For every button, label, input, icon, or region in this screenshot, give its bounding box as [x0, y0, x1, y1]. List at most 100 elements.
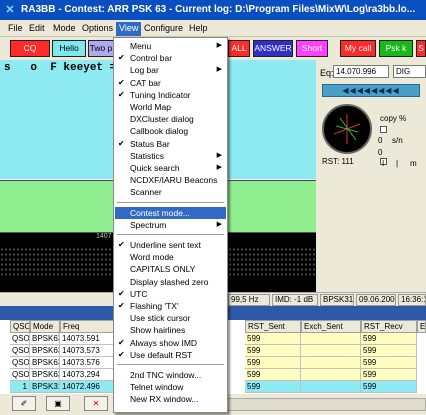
frequency-field[interactable]: 14.070.996 — [333, 65, 389, 78]
view-menu-item-label: Quick search — [130, 163, 180, 173]
col-header-qso[interactable]: QSO — [10, 320, 30, 333]
view-menu-item-telnet-window[interactable]: Telnet window — [115, 381, 226, 393]
status-date: 09.06.2009 — [356, 294, 396, 306]
check-icon: ✔ — [118, 240, 125, 249]
col-header-freq[interactable]: Freq — [60, 320, 114, 333]
view-menu-item-word-mode[interactable]: Word mode — [115, 251, 226, 263]
title-bar: ✕ RA3BB - Contest: ARR PSK 63 - Current … — [0, 0, 426, 20]
view-menu-item-underline-sent-text[interactable]: ✔ Underline sent text — [115, 239, 226, 251]
view-menu-item-label: Word mode — [130, 252, 174, 263]
menu-options[interactable]: Options — [79, 22, 116, 36]
macro-button-s[interactable]: S — [416, 40, 426, 57]
check-icon: ✔ — [118, 138, 125, 148]
view-menu-item-label: Use default RST — [130, 349, 193, 360]
macro-button-answer[interactable]: ANSWER — [253, 40, 293, 57]
view-menu-item-label: Contest mode... — [130, 207, 191, 218]
col-header-rst-sent[interactable]: RST_Sent — [245, 320, 301, 333]
view-menu-item-label: UTC — [130, 288, 148, 299]
view-menu-item-use-stick-cursor[interactable]: Use stick cursor — [115, 312, 226, 324]
menu-separator — [117, 201, 224, 203]
menu-file[interactable]: File — [5, 22, 26, 36]
macro-button-hello[interactable]: Hello — [52, 40, 86, 57]
tune-arrows-bar[interactable]: ◀◀◀◀◀◀◀◀ — [322, 84, 420, 97]
view-menu-item-new-rx-window[interactable]: New RX window... — [115, 393, 226, 405]
table-cell: BPSK63 — [30, 369, 60, 381]
table-cell: 599 — [245, 381, 301, 393]
scale-mark-i: I — [382, 159, 385, 168]
table-cell: 1 — [10, 381, 30, 393]
view-menu-item-label: Show hairlines — [130, 325, 186, 336]
view-menu-item-utc[interactable]: ✔ UTC — [115, 288, 226, 300]
view-menu-item-statistics[interactable]: Statistics ▶ — [115, 150, 226, 162]
col-header-mode[interactable]: Mode — [30, 320, 60, 333]
view-menu-item-status-bar[interactable]: ✔ Status Bar — [115, 138, 226, 150]
col-header-rst-recv[interactable]: RST_Recv — [361, 320, 417, 333]
view-menu-item-label: Always show IMD — [130, 337, 198, 348]
table-cell: 599 — [361, 381, 417, 393]
submenu-arrow-icon: ▶ — [216, 164, 222, 171]
menu-mode[interactable]: Mode — [50, 22, 79, 36]
submenu-arrow-icon: ▶ — [216, 151, 222, 159]
edit-qso-icon[interactable]: ✐ — [12, 396, 36, 411]
submenu-arrow-icon: ▶ — [216, 42, 222, 49]
view-menu-item-cat-bar[interactable]: ✔ CAT bar — [115, 77, 226, 89]
macro-button-short[interactable]: Short — [296, 40, 328, 57]
macro-button-my-call[interactable]: My call — [340, 40, 376, 57]
status-time: 16:36:11 — [398, 294, 426, 306]
menu-help[interactable]: Help — [186, 22, 211, 36]
view-menu-item-ncdxf-iaru-beacons[interactable]: NCDXF/IARU Beacons — [115, 174, 226, 186]
menu-view[interactable]: View — [116, 22, 142, 36]
menu-separator — [117, 364, 224, 365]
view-menu-item-capitals-only[interactable]: CAPITALS ONLY — [115, 263, 226, 275]
macro-button-psk-k[interactable]: Psk k — [379, 40, 413, 57]
view-menu-item-tuning-indicator[interactable]: ✔ Tuning Indicator — [115, 89, 226, 101]
view-menu-item-label: Control bar — [130, 53, 173, 64]
scale-mark-m: m — [410, 159, 417, 168]
tuning-scope — [322, 104, 372, 154]
view-menu-item-always-show-imd[interactable]: ✔ Always show IMD — [115, 337, 226, 349]
mode-field[interactable]: DIG — [393, 65, 426, 78]
menu-configure[interactable]: Configure — [141, 22, 186, 36]
view-menu-item-label: Callbook dialog — [130, 126, 189, 137]
check-icon: ✔ — [118, 301, 125, 310]
view-menu-item-label: Status Bar — [130, 138, 170, 149]
view-menu-item-callbook-dialog[interactable]: Callbook dialog — [115, 125, 226, 137]
macro-button-call[interactable]: ALL — [228, 40, 250, 57]
delete-qso-icon[interactable]: ✕ — [84, 396, 108, 411]
view-menu-item-menu[interactable]: Menu ▶ — [115, 40, 226, 52]
table-cell: QSO — [10, 333, 30, 345]
view-menu-item-use-default-rst[interactable]: ✔ Use default RST — [115, 349, 226, 361]
view-menu-item-show-hairlines[interactable]: Show hairlines — [115, 324, 226, 336]
view-menu-item-display-slashed-zero[interactable]: Display slashed zero — [115, 276, 226, 288]
save-log-icon[interactable]: ▣ — [46, 396, 70, 411]
received-text: s o F keeyet = — [4, 62, 117, 74]
scale-mark-bar: | — [396, 159, 399, 168]
view-menu-item-label: Use stick cursor — [130, 313, 191, 324]
copy-check[interactable] — [380, 126, 387, 133]
view-menu-item-spectrum[interactable]: Spectrum ▶ — [115, 219, 226, 231]
status-frequency-offset: 99,5 Hz — [228, 294, 270, 306]
menu-edit[interactable]: Edit — [26, 22, 48, 36]
view-menu-item-control-bar[interactable]: ✔ Control bar — [115, 52, 226, 64]
view-menu-item-scanner[interactable]: Scanner — [115, 186, 226, 198]
col-header-exch[interactable]: Exch — [417, 320, 426, 333]
view-menu-item-label: Flashing 'TX' — [130, 301, 179, 311]
view-menu-dropdown: Menu ▶ ✔ Control bar Log bar ▶ ✔ CAT bar ✔ Tuning… — [113, 37, 228, 413]
sn-label: s/n — [392, 136, 403, 145]
table-cell: BPSK31 — [30, 381, 60, 393]
table-cell — [301, 333, 361, 345]
view-menu-item-log-bar[interactable]: Log bar ▶ — [115, 64, 226, 76]
view-menu-item-label: Display slashed zero — [130, 276, 209, 287]
view-menu-item-label: Scanner — [130, 187, 162, 198]
view-menu-item-flashing-tx[interactable]: ✔ Flashing 'TX' — [115, 300, 226, 312]
view-menu-item-dxcluster-dialog[interactable]: DXCluster dialog — [115, 113, 226, 125]
col-header-exch-sent[interactable]: Exch_Sent — [301, 320, 361, 333]
macro-button-two-p[interactable]: Two p — [88, 40, 114, 57]
rst-label: RST: 111 — [322, 157, 354, 166]
view-menu-item-world-map[interactable]: World Map — [115, 101, 226, 113]
view-menu-item-quick-search[interactable]: Quick search ▶ — [115, 162, 226, 174]
view-menu-item-contest-mode[interactable]: Contest mode... — [115, 206, 226, 219]
macro-button-cq[interactable]: CQ — [10, 40, 50, 57]
view-menu-item-2nd-tnc-window[interactable]: 2nd TNC window... — [115, 369, 226, 381]
check-icon: ✔ — [118, 53, 125, 63]
